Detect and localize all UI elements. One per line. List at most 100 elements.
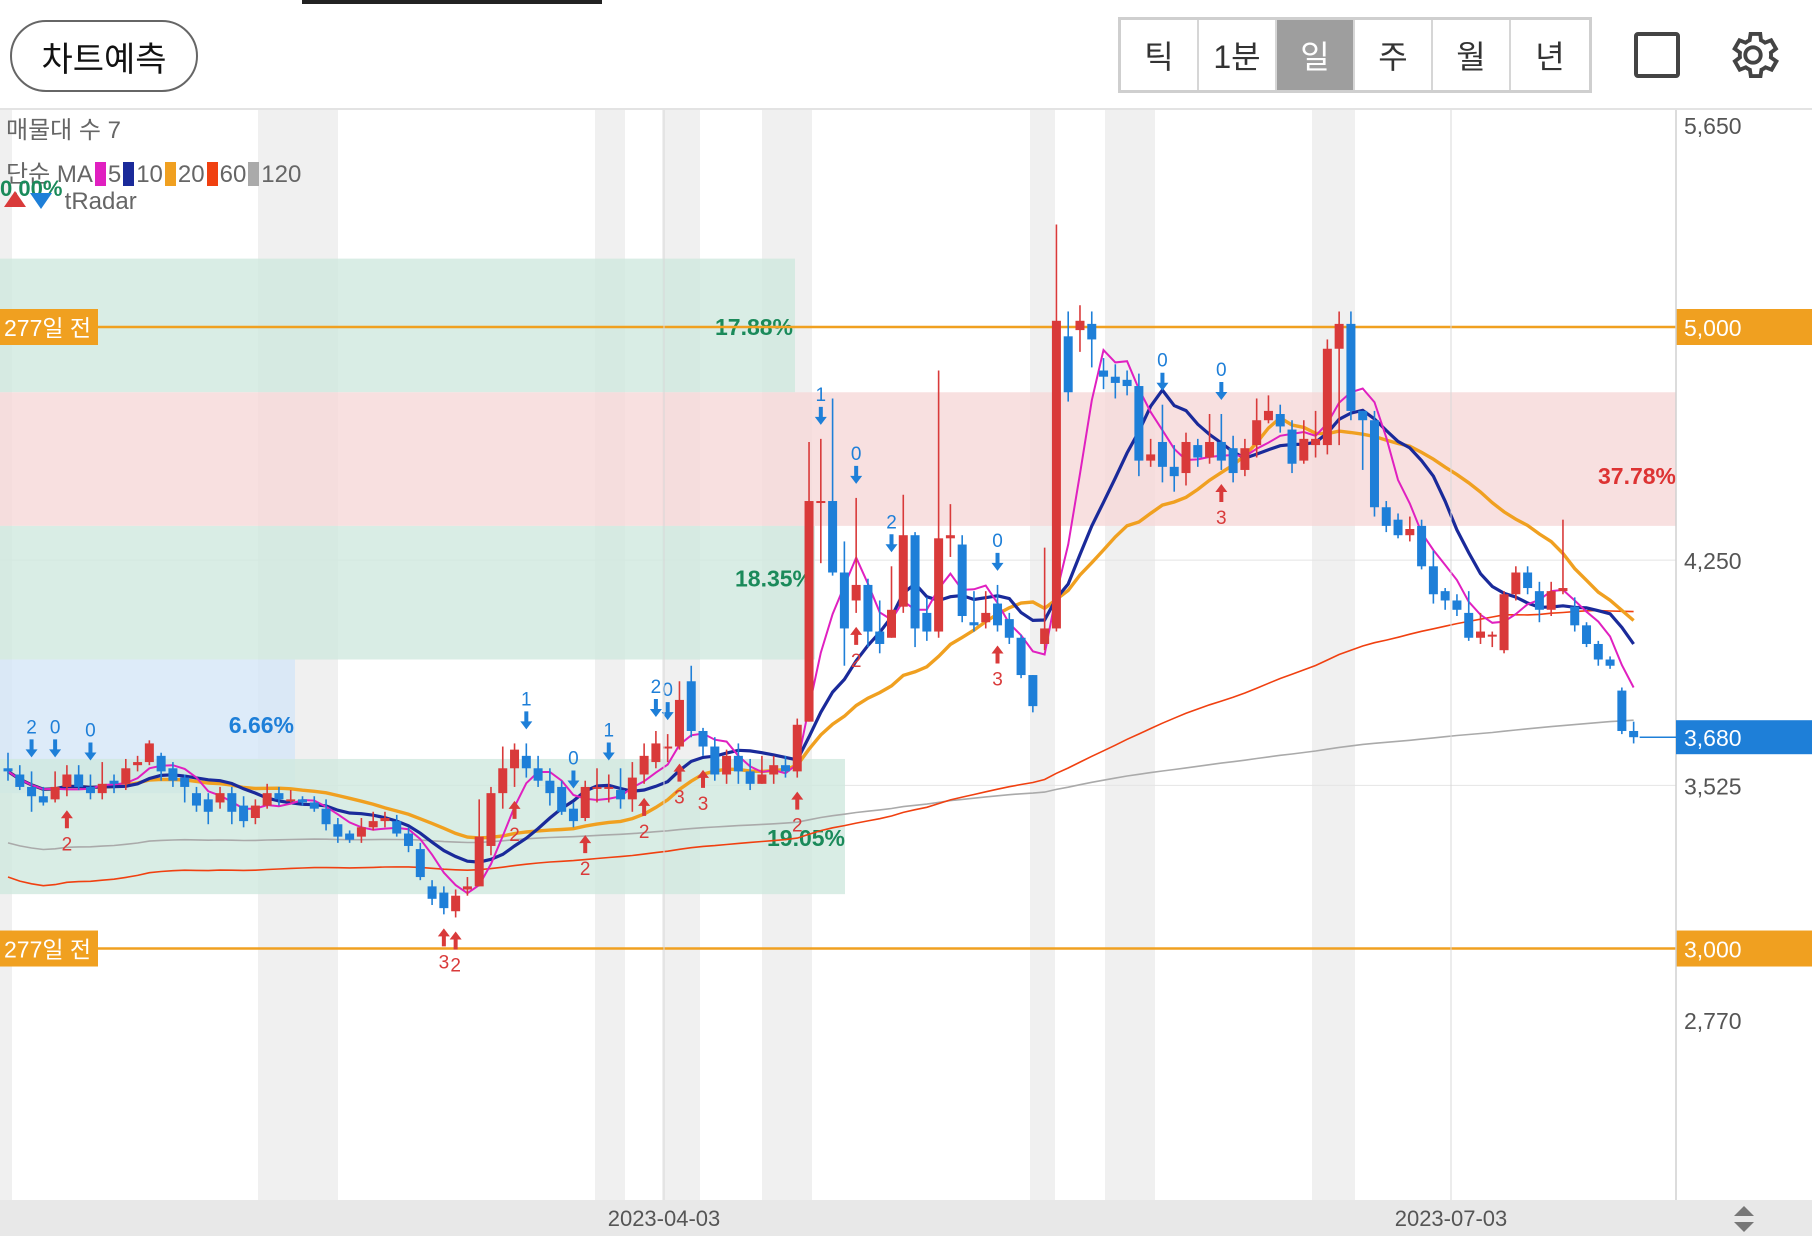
chart-predict-button[interactable]: 차트예측	[10, 20, 198, 92]
candle-body	[1299, 438, 1309, 461]
candle-body	[1205, 441, 1215, 458]
zone-percent-label: 6.66%	[229, 712, 294, 738]
candle-body	[404, 833, 414, 846]
period-year-button[interactable]: 년	[1511, 20, 1589, 90]
candle-body	[1099, 370, 1109, 377]
candle-body	[380, 818, 390, 822]
top-tab-indicator	[302, 0, 602, 4]
candle-body	[1263, 410, 1273, 421]
signal-down-digit: 2	[651, 677, 662, 698]
candle-body	[1228, 448, 1238, 474]
candle-body	[816, 501, 826, 504]
period-day-button[interactable]: 일	[1277, 20, 1355, 90]
x-axis-strip	[0, 1200, 1812, 1236]
candle-body	[298, 799, 307, 803]
candle-body	[1110, 376, 1120, 383]
candle-body	[580, 786, 590, 819]
candle-body	[1169, 466, 1179, 477]
tradar-down-arrow-icon	[30, 193, 52, 209]
signal-up-digit: 2	[792, 816, 803, 837]
signal-up-digit: 2	[580, 859, 591, 880]
fullscreen-icon[interactable]	[1634, 32, 1680, 78]
candle-body	[733, 755, 743, 772]
candle-body	[769, 765, 779, 775]
ma20-swatch	[164, 162, 176, 186]
candle-body	[1051, 320, 1061, 629]
candle-body	[144, 743, 154, 763]
signal-down-digit: 0	[1216, 360, 1227, 381]
signal-up-digit: 3	[674, 788, 685, 809]
candle-body	[1028, 675, 1038, 707]
signal-down-digit: 0	[85, 720, 96, 741]
reference-tag-label: 277일 전	[4, 315, 91, 341]
period-tick-button[interactable]: 틱	[1121, 20, 1199, 90]
ma5-swatch	[94, 162, 106, 186]
x-axis-tick-label: 2023-04-03	[608, 1206, 721, 1231]
candle-body	[1004, 619, 1014, 638]
candle-body	[1617, 690, 1627, 731]
candle-body	[1157, 441, 1167, 467]
reference-price-label: 3,000	[1684, 937, 1742, 963]
candle-body	[356, 827, 366, 837]
signal-down-arrow	[1156, 372, 1169, 391]
candle-body	[239, 805, 249, 822]
candle-body	[1428, 566, 1438, 595]
ma10-swatch	[123, 162, 135, 186]
candle-body	[1193, 445, 1203, 458]
candle-body	[510, 749, 520, 769]
candlestick-chart[interactable]: 17.88%37.78%18.35%6.66%19.05% 277일 전 5,00…	[0, 110, 1812, 1236]
candle-body	[863, 584, 873, 632]
candle-body	[545, 780, 555, 794]
candle-body	[568, 808, 578, 822]
volume-zone-37	[0, 392, 1676, 526]
volume-profile-legend: 매물대 수 7	[6, 117, 122, 144]
signal-down-digit: 0	[992, 531, 1003, 552]
candle-body	[1287, 429, 1297, 464]
candle-body	[627, 777, 637, 800]
candle-body	[1146, 454, 1156, 461]
candle-body	[757, 774, 767, 784]
signal-up-arrow	[850, 626, 863, 645]
candle-body	[993, 603, 1003, 626]
ma60-swatch	[206, 162, 218, 186]
candle-body	[191, 793, 201, 806]
candle-body	[1593, 643, 1603, 660]
candle-body	[1334, 323, 1344, 349]
period-month-button[interactable]: 월	[1433, 20, 1511, 90]
candle-body	[85, 786, 95, 794]
candle-body	[1275, 414, 1285, 427]
signal-down-digit: 0	[1157, 351, 1168, 372]
candle-body	[604, 786, 614, 789]
signal-down-digit: 1	[603, 720, 614, 741]
candle-body	[74, 774, 84, 787]
candle-body	[427, 886, 437, 899]
period-1min-button[interactable]: 1분	[1199, 20, 1277, 90]
candle-body	[1358, 410, 1368, 421]
signal-up-digit: 2	[509, 825, 520, 846]
candle-body	[1346, 323, 1356, 411]
signal-up-digit: 3	[698, 794, 709, 815]
candle-body	[1405, 528, 1415, 536]
period-selector: 틱 1분 일 주 월 년	[1118, 17, 1592, 93]
ma60-label: 60	[219, 161, 247, 188]
candle-body	[1570, 606, 1580, 626]
volume-zone-18	[0, 525, 815, 660]
y-axis-tick-label: 3,525	[1684, 773, 1742, 799]
reference-price-label: 5,000	[1684, 315, 1742, 341]
chart-area[interactable]: 17.88% 37.78% 18.35% 6.66% 19.05% 277일 전 5,00…	[0, 110, 1812, 1236]
zone-percent-label: 19.05%	[767, 825, 845, 851]
ma120-swatch	[248, 162, 260, 186]
ma5-label: 5	[107, 161, 122, 188]
candle-body	[1452, 600, 1462, 610]
candle-body	[345, 833, 355, 840]
gear-icon[interactable]	[1724, 26, 1782, 84]
signal-up-digit: 2	[639, 822, 650, 843]
candle-body	[1311, 438, 1321, 446]
candle-body	[62, 774, 72, 787]
candle-body	[1075, 320, 1085, 331]
signal-down-arrow	[520, 711, 533, 730]
period-week-button[interactable]: 주	[1355, 20, 1433, 90]
candle-body	[804, 501, 814, 722]
candle-body	[203, 799, 213, 812]
candle-body	[945, 535, 955, 539]
